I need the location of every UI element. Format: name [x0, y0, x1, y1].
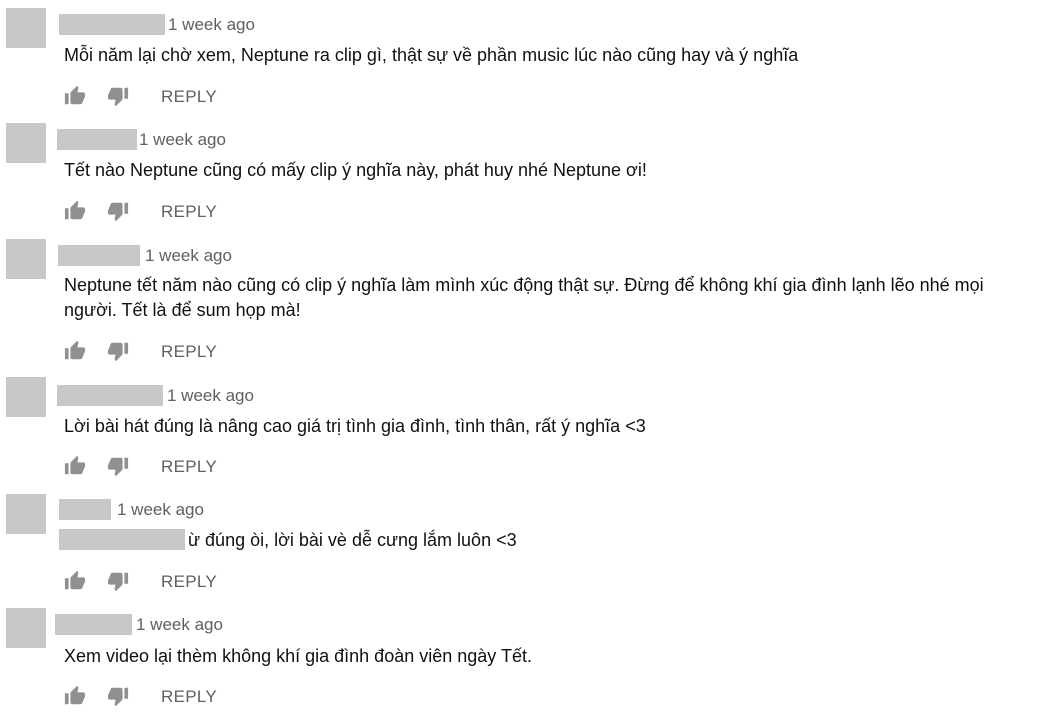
avatar[interactable]	[6, 8, 46, 48]
comment-text: Tết nào Neptune cũng có mấy clip ý nghĩa…	[64, 160, 647, 180]
comment-text: Mỗi năm lại chờ xem, Neptune ra clip gì,…	[64, 45, 799, 65]
redacted-username[interactable]	[57, 385, 163, 406]
redacted-username[interactable]	[58, 245, 140, 266]
thumb-up-icon[interactable]	[64, 340, 88, 364]
comment-text: Lời bài hát đúng là nâng cao giá trị tìn…	[64, 416, 646, 436]
avatar[interactable]	[6, 608, 46, 648]
avatar[interactable]	[6, 123, 46, 163]
thumb-up-icon[interactable]	[64, 200, 88, 224]
comment-timestamp[interactable]: 1 week ago	[167, 385, 254, 407]
thumb-up-icon[interactable]	[64, 570, 88, 594]
avatar[interactable]	[6, 494, 46, 534]
comment-text: Xem video lại thèm không khí gia đình đo…	[64, 646, 532, 666]
comment-timestamp[interactable]: 1 week ago	[139, 129, 226, 151]
comment-timestamp[interactable]: 1 week ago	[145, 245, 232, 267]
thumb-up-icon[interactable]	[64, 85, 88, 109]
redacted-username[interactable]	[59, 499, 111, 520]
reply-button[interactable]: REPLY	[161, 686, 217, 708]
avatar[interactable]	[6, 377, 46, 417]
thumb-down-icon[interactable]	[107, 570, 131, 594]
thumb-down-icon[interactable]	[107, 685, 131, 709]
thumb-down-icon[interactable]	[107, 85, 131, 109]
avatar[interactable]	[6, 239, 46, 279]
comment-timestamp[interactable]: 1 week ago	[136, 614, 223, 636]
redacted-username[interactable]	[59, 14, 165, 35]
thumb-down-icon[interactable]	[107, 455, 131, 479]
reply-button[interactable]: REPLY	[161, 456, 217, 478]
reply-button[interactable]: REPLY	[161, 201, 217, 223]
thumb-down-icon[interactable]	[107, 340, 131, 364]
comment-timestamp[interactable]: 1 week ago	[168, 14, 255, 36]
redacted-username[interactable]	[55, 614, 132, 635]
redacted-username[interactable]	[57, 129, 137, 150]
comment-text-content: ừ đúng òi, lời bài vè dễ cưng lắm luôn <…	[188, 530, 517, 550]
comment-timestamp[interactable]: 1 week ago	[117, 499, 204, 521]
redacted-mention[interactable]	[59, 529, 185, 550]
thumb-up-icon[interactable]	[64, 455, 88, 479]
thumb-down-icon[interactable]	[107, 200, 131, 224]
reply-button[interactable]: REPLY	[161, 571, 217, 593]
thumb-up-icon[interactable]	[64, 685, 88, 709]
reply-button[interactable]: REPLY	[161, 86, 217, 108]
reply-button[interactable]: REPLY	[161, 341, 217, 363]
comment-text: ừ đúng òi, lời bài vè dễ cưng lắm luôn <…	[59, 528, 1027, 553]
comment-text: Neptune tết năm nào cũng có clip ý nghĩa…	[64, 275, 984, 320]
